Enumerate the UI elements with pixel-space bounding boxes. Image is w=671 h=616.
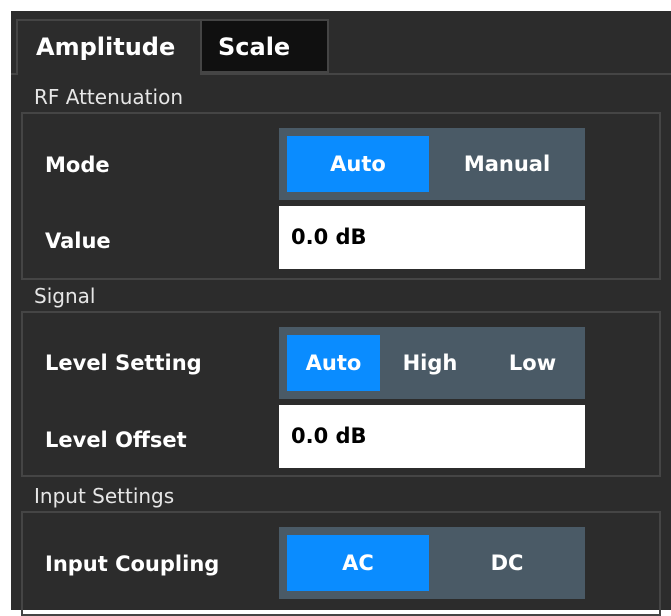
input-settings-group: Input Coupling AC DC	[21, 511, 661, 616]
amplitude-settings-panel: Amplitude Scale RF Attenuation Mode Auto…	[11, 11, 671, 616]
signal-group: Level Setting Auto High Low Level Offset…	[21, 311, 661, 477]
level-setting-high-button[interactable]: High	[380, 335, 480, 391]
input-settings-group-title: Input Settings	[34, 484, 175, 508]
rf-attenuation-group: Mode Auto Manual Value 0.0 dB	[21, 112, 661, 280]
level-setting-low-button[interactable]: Low	[480, 335, 585, 391]
tab-scale-label: Scale	[218, 33, 291, 61]
value-label: Value	[45, 229, 111, 253]
level-setting-auto-button[interactable]: Auto	[287, 335, 380, 391]
level-offset-label: Level Offset	[45, 428, 187, 452]
input-coupling-dc-button[interactable]: DC	[429, 535, 585, 591]
input-coupling-ac-button[interactable]: AC	[287, 535, 429, 591]
tab-amplitude[interactable]: Amplitude	[16, 19, 202, 75]
tab-scale[interactable]: Scale	[202, 19, 329, 73]
input-coupling-label: Input Coupling	[45, 552, 220, 576]
signal-group-title: Signal	[34, 284, 96, 308]
level-setting-label: Level Setting	[45, 351, 202, 375]
attenuation-value-input[interactable]: 0.0 dB	[279, 206, 585, 269]
input-coupling-segmented-control: AC DC	[279, 527, 585, 599]
mode-auto-button[interactable]: Auto	[287, 136, 429, 192]
rf-attenuation-group-title: RF Attenuation	[34, 85, 183, 109]
tab-amplitude-label: Amplitude	[36, 33, 176, 61]
screen: Amplitude Scale RF Attenuation Mode Auto…	[0, 0, 671, 616]
level-setting-segmented-control: Auto High Low	[279, 327, 585, 399]
mode-label: Mode	[45, 153, 110, 177]
mode-manual-button[interactable]: Manual	[429, 136, 585, 192]
mode-segmented-control: Auto Manual	[279, 128, 585, 200]
level-offset-input[interactable]: 0.0 dB	[279, 405, 585, 468]
